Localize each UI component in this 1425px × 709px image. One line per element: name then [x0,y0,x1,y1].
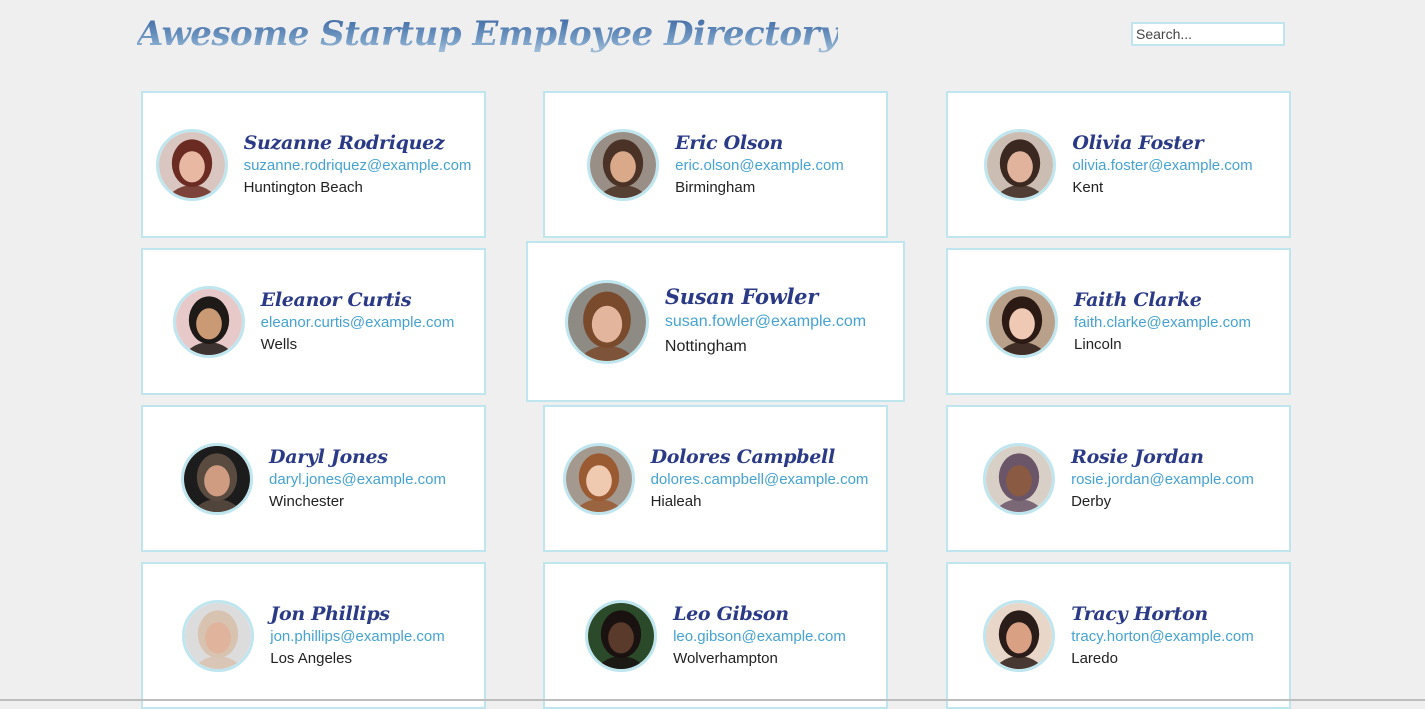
employee-city: Hialeah [650,492,702,510]
employee-card[interactable]: Suzanne Rodriquez suzanne.rodriquez@examp… [141,91,486,238]
employee-card[interactable]: Susan Fowler susan.fowler@example.com Nott… [526,241,905,402]
search-input[interactable] [1131,22,1285,46]
employee-name: Jon Phillips [270,602,390,625]
employee-email: susan.fowler@example.com [664,312,867,330]
employee-name: Leo Gibson [673,602,789,625]
employee-card[interactable]: Faith Clarke faith.clarke@example.com Linc… [946,248,1291,395]
employee-email: dolores.campbell@example.com [650,470,869,488]
employee-name: Olivia Foster [1072,131,1204,154]
employee-card[interactable]: Jon Phillips jon.phillips@example.com Los … [141,562,486,709]
header: Awesome Startup Employee Directory [0,0,1425,80]
employee-city: Laredo [1071,649,1118,667]
employee-name: Faith Clarke [1074,288,1202,311]
employee-info: Daryl Jones daryl.jones@example.com Winche… [269,445,446,513]
employee-email: rosie.jordan@example.com [1071,470,1254,488]
employee-avatar [587,128,660,201]
employee-avatar [983,442,1056,515]
employee-name: Dolores Campbell [650,445,836,468]
employee-city: Derby [1071,492,1112,510]
employee-email: daryl.jones@example.com [269,470,446,488]
employee-email: tracy.horton@example.com [1071,627,1254,645]
employee-info: Olivia Foster olivia.foster@example.com Ke… [1072,131,1252,199]
employee-email: jon.phillips@example.com [270,627,445,645]
page-title: Awesome Startup Employee Directory [137,14,839,54]
employee-info: Rosie Jordan rosie.jordan@example.com Derb… [1071,445,1254,513]
employee-info: Eleanor Curtis eleanor.curtis@example.com… [261,288,455,356]
employee-avatar [182,599,255,672]
employee-info: Eric Olson eric.olson@example.com Birmingh… [675,131,844,199]
employee-avatar [564,279,649,364]
employee-email: leo.gibson@example.com [673,627,846,645]
employee-info: Susan Fowler susan.fowler@example.com Nott… [664,283,867,359]
employee-card[interactable]: Tracy Horton tracy.horton@example.com Lare… [946,562,1291,709]
employee-email: faith.clarke@example.com [1074,313,1251,331]
employee-city: Nottingham [664,337,747,355]
employee-email: eleanor.curtis@example.com [260,313,455,331]
employee-name: Daryl Jones [269,445,388,468]
employee-card[interactable]: Eric Olson eric.olson@example.com Birmingh… [543,91,888,238]
employee-city: Birmingham [675,178,756,196]
employee-avatar [983,599,1056,672]
employee-avatar [181,442,254,515]
employee-avatar [172,285,245,358]
employee-avatar [562,442,635,515]
employee-email: suzanne.rodriquez@example.com [243,156,472,174]
employee-city: Lincoln [1074,335,1122,353]
employee-info: Leo Gibson leo.gibson@example.com Wolverha… [673,602,846,670]
employee-city: Kent [1072,178,1104,196]
employee-name: Suzanne Rodriquez [243,131,445,154]
employee-email: eric.olson@example.com [675,156,844,174]
employee-email: olivia.foster@example.com [1072,156,1253,174]
employee-city: Winchester [269,492,345,510]
employee-city: Wells [260,335,298,353]
employee-city: Los Angeles [270,649,352,667]
employee-avatar [986,285,1059,358]
employee-info: Faith Clarke faith.clarke@example.com Linc… [1074,288,1251,356]
employee-name: Rosie Jordan [1071,445,1204,468]
employee-name: Eric Olson [675,131,784,154]
employee-city: Wolverhampton [673,649,778,667]
employee-info: Dolores Campbell dolores.campbell@example… [651,445,869,513]
employee-info: Jon Phillips jon.phillips@example.com Los … [270,602,444,670]
employee-card[interactable]: Daryl Jones daryl.jones@example.com Winche… [141,405,486,552]
employee-name: Eleanor Curtis [260,288,412,311]
employee-card[interactable]: Leo Gibson leo.gibson@example.com Wolverha… [543,562,888,709]
employee-city: Huntington Beach [243,178,363,196]
employee-avatar [984,128,1057,201]
employee-name: Tracy Horton [1071,602,1208,625]
employee-card[interactable]: Dolores Campbell dolores.campbell@example… [543,405,888,552]
employee-info: Suzanne Rodriquez suzanne.rodriquez@examp… [244,131,472,199]
employee-avatar [155,128,228,201]
employee-avatar [585,599,658,672]
employee-name: Susan Fowler [664,283,818,309]
employee-card[interactable]: Olivia Foster olivia.foster@example.com Ke… [946,91,1291,238]
employee-card[interactable]: Rosie Jordan rosie.jordan@example.com Derb… [946,405,1291,552]
employee-info: Tracy Horton tracy.horton@example.com Lare… [1071,602,1254,670]
employee-card[interactable]: Eleanor Curtis eleanor.curtis@example.com… [141,248,486,395]
